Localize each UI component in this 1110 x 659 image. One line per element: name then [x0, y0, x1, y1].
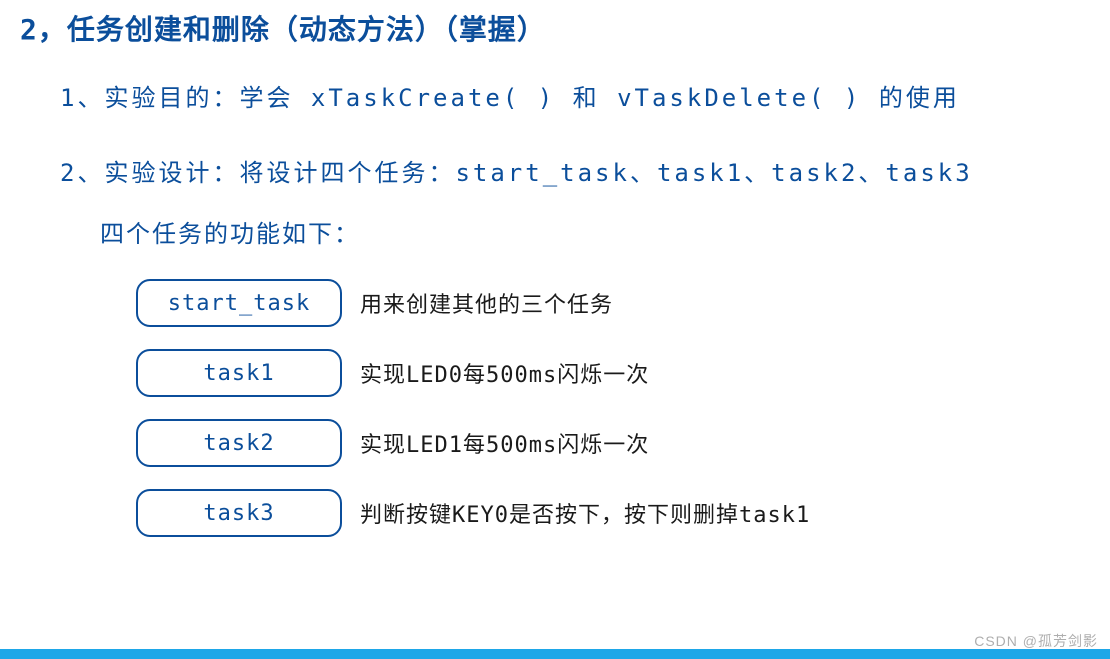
- task-pill-task2: task2: [136, 419, 342, 467]
- task-pill-task3: task3: [136, 489, 342, 537]
- task-desc: 实现LED1每500ms闪烁一次: [360, 427, 649, 459]
- slide-content: 2，任务创建和删除（动态方法）（掌握） 1、实验目的：学会 xTaskCreat…: [0, 0, 1110, 537]
- content-block: 1、实验目的：学会 xTaskCreate( ) 和 vTaskDelete( …: [20, 78, 1090, 537]
- task-row: task2 实现LED1每500ms闪烁一次: [136, 419, 1090, 467]
- objective-line: 1、实验目的：学会 xTaskCreate( ) 和 vTaskDelete( …: [60, 78, 1090, 113]
- task-desc: 用来创建其他的三个任务: [360, 287, 613, 319]
- footer-accent-bar: [0, 649, 1110, 659]
- watermark-text: CSDN @孤芳剑影: [974, 631, 1098, 651]
- task-desc: 实现LED0每500ms闪烁一次: [360, 357, 649, 389]
- task-pill-start-task: start_task: [136, 279, 342, 327]
- task-desc: 判断按键KEY0是否按下，按下则删掉task1: [360, 497, 810, 529]
- functions-intro: 四个任务的功能如下：: [100, 214, 1090, 249]
- task-row: task1 实现LED0每500ms闪烁一次: [136, 349, 1090, 397]
- task-row: task3 判断按键KEY0是否按下，按下则删掉task1: [136, 489, 1090, 537]
- task-pill-task1: task1: [136, 349, 342, 397]
- task-row: start_task 用来创建其他的三个任务: [136, 279, 1090, 327]
- section-heading: 2，任务创建和删除（动态方法）（掌握）: [20, 8, 1090, 48]
- design-line: 2、实验设计：将设计四个任务：start_task、task1、task2、ta…: [60, 153, 1090, 188]
